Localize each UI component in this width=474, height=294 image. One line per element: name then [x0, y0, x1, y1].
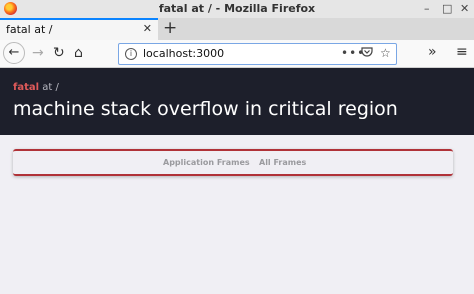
home-button[interactable]: ⌂ — [74, 44, 83, 62]
info-icon[interactable]: i — [125, 48, 137, 60]
bookmark-star-icon[interactable]: ☆ — [380, 46, 391, 60]
error-message: machine stack overflow in critical regio… — [13, 98, 398, 120]
error-level: fatal — [13, 82, 40, 93]
tab-close-icon[interactable]: ✕ — [143, 22, 152, 35]
window-titlebar: fatal at / - Mozilla Firefox – □ ✕ — [0, 0, 474, 18]
overflow-menu-icon[interactable]: » — [428, 43, 437, 61]
navigation-toolbar: ← → ↻ ⌂ i localhost:3000 ••• ☆ » ≡ — [0, 40, 474, 68]
reload-button[interactable]: ↻ — [53, 44, 65, 62]
pocket-icon[interactable] — [361, 46, 373, 61]
error-breadcrumb: fatal at / — [13, 82, 59, 93]
new-tab-button[interactable]: + — [163, 18, 177, 38]
error-header: fatal at / machine stack overflow in cri… — [0, 68, 474, 135]
frames-panel: Application Frames All Frames — [13, 149, 453, 176]
hamburger-menu-icon[interactable]: ≡ — [456, 43, 468, 61]
page-content: fatal at / machine stack overflow in cri… — [0, 68, 474, 294]
back-button[interactable]: ← — [3, 42, 25, 64]
maximize-button[interactable]: □ — [442, 1, 452, 16]
tab-application-frames[interactable]: Application Frames — [163, 158, 250, 167]
url-bar[interactable]: i localhost:3000 ••• ☆ — [118, 43, 397, 65]
window-title: fatal at / - Mozilla Firefox — [158, 2, 316, 15]
forward-button[interactable]: → — [32, 44, 44, 62]
tab-bar: fatal at / ✕ + — [0, 18, 474, 40]
tab-fatal[interactable]: fatal at / ✕ — [0, 18, 158, 40]
minimize-button[interactable]: – — [424, 1, 430, 16]
tab-title: fatal at / — [6, 23, 53, 36]
close-window-button[interactable]: ✕ — [460, 1, 469, 16]
error-path: at / — [42, 82, 59, 93]
url-text[interactable]: localhost:3000 — [143, 47, 224, 60]
tab-all-frames[interactable]: All Frames — [259, 158, 306, 167]
